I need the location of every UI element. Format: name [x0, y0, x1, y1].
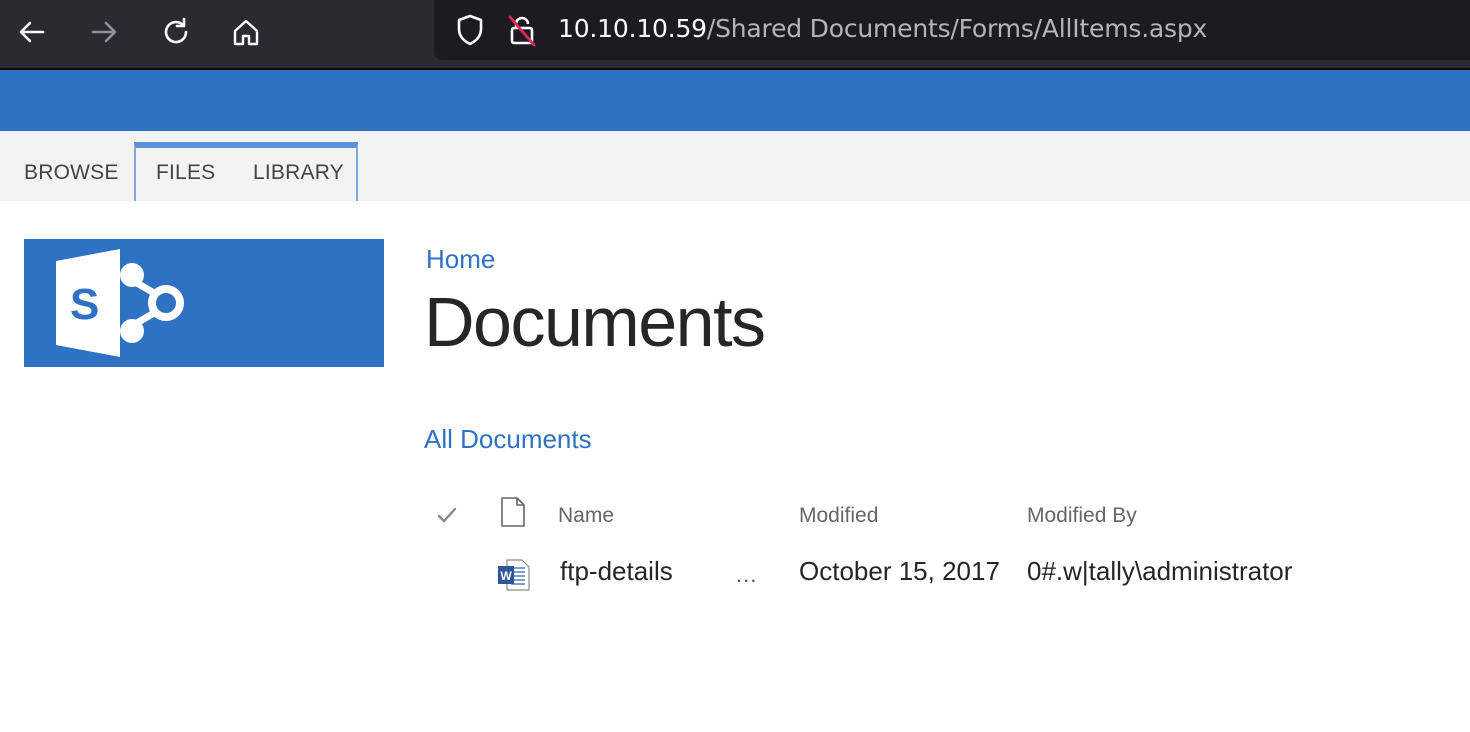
suite-bar — [0, 70, 1470, 131]
file-more-options-button[interactable]: ... — [736, 563, 772, 587]
sharepoint-logo: S — [56, 249, 184, 357]
tab-browse[interactable]: BROWSE — [24, 161, 119, 185]
file-modified-date: October 15, 2017 — [799, 556, 1000, 586]
document-icon — [501, 497, 525, 527]
ribbon: BROWSE FILES LIBRARY — [0, 131, 1470, 201]
file-name-link[interactable]: ftp-details — [560, 556, 673, 587]
page-title: Documents — [424, 283, 766, 361]
url-host: 10.10.10.59 — [558, 14, 707, 43]
column-header-name[interactable]: Name — [558, 504, 614, 528]
tab-files[interactable]: FILES — [156, 161, 215, 185]
back-arrow-icon — [19, 21, 45, 43]
column-header-modified[interactable]: Modified — [799, 504, 878, 528]
url-bar[interactable]: 10.10.10.59/Shared Documents/Forms/AllIt… — [434, 0, 1470, 60]
url-text[interactable]: 10.10.10.59/Shared Documents/Forms/AllIt… — [558, 14, 1207, 43]
forward-arrow-icon — [91, 21, 117, 43]
svg-text:S: S — [70, 280, 99, 329]
tracking-protection-shield-icon[interactable] — [452, 12, 488, 48]
reload-icon — [164, 17, 188, 44]
view-all-documents-link[interactable]: All Documents — [424, 424, 592, 455]
breadcrumb-home-link[interactable]: Home — [426, 244, 495, 275]
file-modified-by[interactable]: 0#.w|tally\administrator — [1027, 556, 1292, 587]
home-button[interactable] — [226, 12, 266, 52]
site-logo[interactable]: S — [24, 239, 384, 367]
word-document-icon[interactable]: W — [497, 558, 531, 592]
url-path: /Shared Documents/Forms/AllItems.aspx — [706, 14, 1208, 43]
svg-text:W: W — [500, 569, 512, 583]
forward-button[interactable] — [84, 12, 124, 52]
checkmark-icon[interactable] — [436, 504, 458, 526]
insecure-lock-icon[interactable] — [504, 12, 540, 48]
reload-button[interactable] — [156, 12, 196, 52]
tab-library[interactable]: LIBRARY — [253, 161, 344, 185]
browser-toolbar: 10.10.10.59/Shared Documents/Forms/AllIt… — [0, 0, 1470, 70]
column-header-modified-by[interactable]: Modified By — [1027, 504, 1137, 528]
back-button[interactable] — [12, 12, 52, 52]
home-icon — [233, 19, 259, 46]
